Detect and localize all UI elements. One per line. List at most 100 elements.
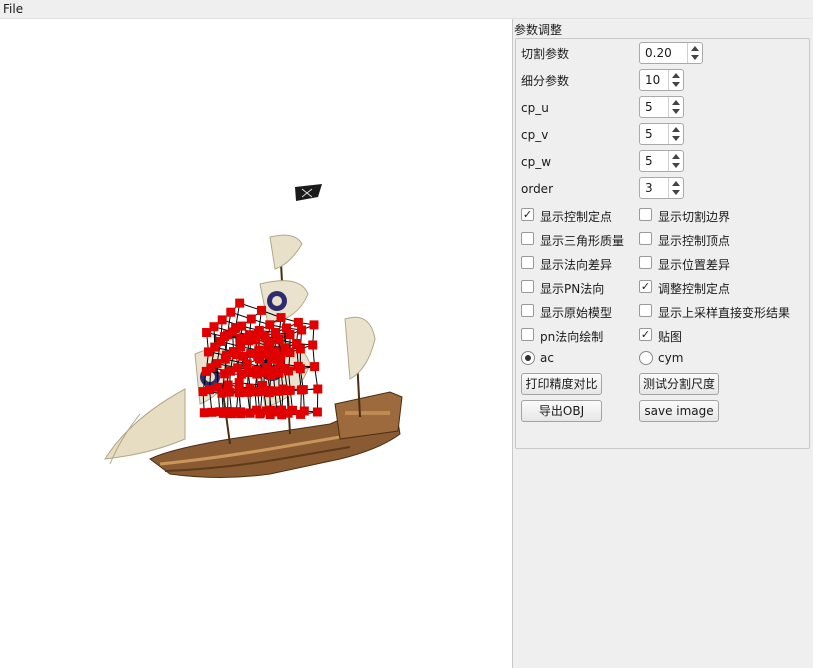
spin-up-icon[interactable] — [672, 181, 680, 186]
spin-arrows[interactable] — [668, 70, 683, 90]
checkbox-box[interactable] — [639, 304, 652, 317]
radio-dot[interactable] — [521, 351, 535, 365]
checkbox-show-pn-normal[interactable]: 显示PN法向 — [521, 279, 631, 296]
control-point[interactable] — [297, 325, 307, 335]
checkbox-box[interactable]: ✓ — [639, 280, 652, 293]
control-point[interactable] — [218, 408, 228, 418]
checkbox-box[interactable] — [521, 304, 534, 317]
control-point[interactable] — [226, 307, 236, 317]
3d-viewport[interactable] — [0, 19, 512, 668]
subdivision-param-spinbox[interactable]: 10 — [639, 69, 684, 91]
radio-cym[interactable]: cym — [639, 350, 699, 366]
spin-down-icon[interactable] — [672, 136, 680, 141]
control-point[interactable] — [284, 366, 293, 376]
control-point[interactable] — [265, 338, 275, 348]
checkbox-box[interactable] — [521, 256, 534, 269]
checkbox-show-cut-boundary[interactable]: 显示切割边界 — [639, 207, 749, 224]
radio-dot[interactable] — [639, 351, 653, 365]
control-point[interactable] — [234, 388, 244, 398]
control-point[interactable] — [236, 369, 246, 379]
control-point[interactable] — [221, 350, 231, 360]
cp-v-spinbox[interactable]: 5 — [639, 123, 684, 145]
spin-arrows[interactable] — [668, 124, 683, 144]
control-point[interactable] — [257, 305, 266, 315]
control-point[interactable] — [295, 364, 305, 374]
cut-param-spinbox[interactable]: 0.20 — [639, 42, 703, 64]
control-point[interactable] — [202, 328, 212, 337]
spin-down-icon[interactable] — [691, 55, 699, 60]
file-menu[interactable]: File — [3, 2, 23, 16]
control-point[interactable] — [313, 384, 323, 394]
test-scale-button[interactable]: 测试分割尺度 — [639, 373, 719, 395]
checkbox-texture[interactable]: ✓ 贴图 — [639, 327, 749, 344]
checkbox-show-position-diff[interactable]: 显示位置差异 — [639, 255, 749, 272]
control-point[interactable] — [285, 330, 295, 339]
control-point[interactable] — [277, 405, 286, 415]
cp-u-spinbox[interactable]: 5 — [639, 96, 684, 118]
spin-down-icon[interactable] — [672, 82, 680, 87]
control-point[interactable] — [299, 406, 309, 416]
spin-down-icon[interactable] — [672, 190, 680, 195]
control-point[interactable] — [310, 362, 320, 372]
checkbox-adjust-control-points[interactable]: ✓ 调整控制定点 — [639, 279, 749, 296]
control-point[interactable] — [288, 405, 297, 415]
spin-up-icon[interactable] — [672, 73, 680, 78]
control-point[interactable] — [252, 405, 262, 415]
control-point[interactable] — [238, 351, 248, 361]
spin-arrows[interactable] — [668, 97, 683, 117]
control-point[interactable] — [228, 327, 238, 337]
control-point[interactable] — [298, 385, 308, 395]
control-point[interactable] — [274, 334, 284, 344]
control-point[interactable] — [253, 352, 263, 362]
checkbox-box[interactable] — [639, 208, 652, 221]
checkbox-box[interactable] — [639, 232, 652, 245]
control-point[interactable] — [201, 366, 211, 376]
control-point[interactable] — [266, 405, 276, 415]
control-point[interactable] — [217, 315, 227, 325]
spin-up-icon[interactable] — [672, 127, 680, 132]
control-point[interactable] — [251, 335, 261, 345]
spin-up-icon[interactable] — [691, 46, 699, 51]
lattice-canvas[interactable] — [0, 19, 512, 668]
control-point[interactable] — [246, 314, 256, 324]
control-point[interactable] — [295, 344, 305, 354]
order-spinbox[interactable]: 3 — [639, 177, 684, 199]
spin-arrows[interactable] — [687, 43, 702, 63]
control-point[interactable] — [250, 387, 260, 397]
control-point[interactable] — [198, 387, 208, 397]
checkbox-show-upsampled-deform[interactable]: 显示上采样直接变形结果 — [639, 303, 809, 320]
control-point[interactable] — [219, 332, 229, 342]
control-point[interactable] — [227, 409, 237, 419]
print-precision-button[interactable]: 打印精度对比 — [521, 373, 602, 395]
export-obj-button[interactable]: 导出OBJ — [521, 400, 602, 422]
control-point[interactable] — [252, 369, 262, 379]
control-point[interactable] — [312, 407, 322, 417]
control-point[interactable] — [199, 408, 209, 418]
radio-ac[interactable]: ac — [521, 350, 581, 366]
control-point[interactable] — [204, 347, 213, 357]
checkbox-show-normal-diff[interactable]: 显示法向差异 — [521, 255, 631, 272]
control-point[interactable] — [285, 385, 295, 395]
control-point[interactable] — [266, 371, 276, 381]
save-image-button[interactable]: save image — [639, 400, 719, 422]
control-point[interactable] — [309, 320, 319, 330]
cp-w-spinbox[interactable]: 5 — [639, 150, 684, 172]
control-point[interactable] — [236, 407, 246, 417]
spin-down-icon[interactable] — [672, 163, 680, 168]
control-point[interactable] — [236, 334, 246, 343]
control-point[interactable] — [235, 298, 245, 308]
control-point[interactable] — [274, 368, 284, 378]
checkbox-show-triangle-quality[interactable]: 显示三角形质量 — [521, 231, 631, 248]
control-point[interactable] — [308, 340, 318, 350]
control-point[interactable] — [274, 386, 284, 396]
control-point[interactable] — [276, 351, 286, 361]
control-point[interactable] — [217, 388, 227, 398]
spin-up-icon[interactable] — [672, 100, 680, 105]
control-point[interactable] — [234, 378, 244, 388]
control-point[interactable] — [264, 388, 274, 398]
checkbox-box[interactable] — [521, 328, 534, 341]
checkbox-box[interactable]: ✓ — [521, 208, 534, 221]
control-point[interactable] — [265, 320, 275, 330]
checkbox-show-original-model[interactable]: 显示原始模型 — [521, 303, 631, 320]
control-point[interactable] — [276, 313, 286, 323]
